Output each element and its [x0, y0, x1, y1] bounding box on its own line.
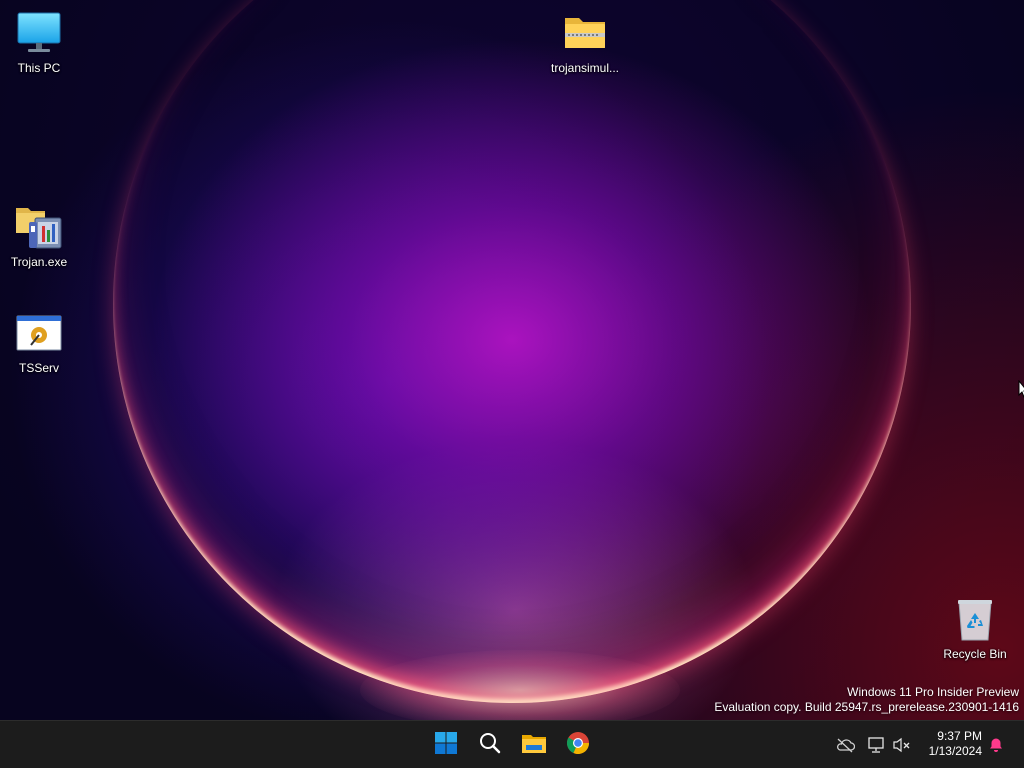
- zip-folder-icon: [561, 10, 609, 58]
- desktop-icon-trojansimulator-zip[interactable]: trojansimul...: [547, 10, 623, 75]
- desktop-icon-label: This PC: [17, 61, 61, 75]
- search-button[interactable]: [470, 725, 510, 765]
- evaluation-watermark: Windows 11 Pro Insider Preview Evaluatio…: [714, 685, 1019, 715]
- desktop-icon-trojan-exe[interactable]: Trojan.exe: [1, 204, 77, 269]
- chrome-icon: [566, 731, 590, 760]
- volume-muted-icon[interactable]: [892, 735, 912, 755]
- desktop-icon-this-pc[interactable]: This PC: [1, 10, 77, 75]
- mouse-cursor-icon: [1018, 379, 1024, 398]
- installer-folder-icon: [15, 204, 63, 252]
- clock-date: 1/13/2024: [928, 744, 982, 758]
- application-window-icon: [15, 310, 63, 358]
- desktop-icon-label: TSServ: [18, 361, 59, 375]
- desktop-icon-label: trojansimul...: [550, 61, 620, 75]
- search-icon: [478, 731, 502, 760]
- windows-logo-icon: [434, 731, 458, 760]
- taskbar: 9:37 PM 1/13/2024: [0, 720, 1024, 768]
- watermark-edition: Windows 11 Pro Insider Preview: [847, 685, 1019, 699]
- bell-icon[interactable]: [986, 735, 1006, 755]
- wallpaper-glow: [360, 650, 680, 720]
- wallpaper-sphere: [113, 0, 911, 703]
- monitor-icon: [15, 10, 63, 58]
- file-explorer-button[interactable]: [514, 725, 554, 765]
- chrome-button[interactable]: [558, 725, 598, 765]
- watermark-build: Evaluation copy. Build 25947.rs_prerelea…: [714, 700, 1019, 714]
- desktop-icon-label: Trojan.exe: [10, 255, 68, 269]
- recycle-bin-icon: [951, 596, 999, 644]
- file-explorer-icon: [521, 731, 547, 760]
- desktop-icon-tsserv[interactable]: TSServ: [1, 310, 77, 375]
- onedrive-offline-icon[interactable]: [835, 735, 855, 755]
- network-icon[interactable]: [867, 735, 887, 755]
- desktop[interactable]: This PC trojansimul... Trojan.exe TSServ…: [0, 0, 1024, 720]
- system-clock[interactable]: 9:37 PM 1/13/2024: [929, 729, 982, 759]
- desktop-icon-label: Recycle Bin: [943, 647, 1007, 661]
- clock-time: 9:37 PM: [937, 729, 982, 743]
- desktop-icon-recycle-bin[interactable]: Recycle Bin: [937, 596, 1013, 661]
- start-button[interactable]: [426, 725, 466, 765]
